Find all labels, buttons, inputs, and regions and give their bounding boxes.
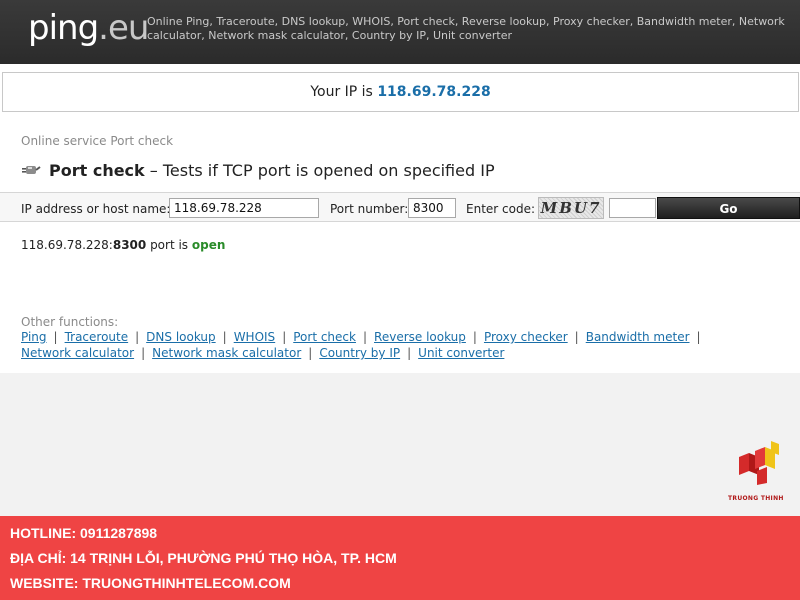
result-port: 8300 xyxy=(112,238,147,252)
host-input[interactable]: 118.69.78.228 xyxy=(169,198,319,218)
link-ping[interactable]: Ping xyxy=(21,330,47,344)
link-unit-converter[interactable]: Unit converter xyxy=(418,346,504,360)
code-input[interactable] xyxy=(609,198,656,218)
captcha-image: MBU7 xyxy=(538,197,604,219)
port-check-form: IP address or host name: 118.69.78.228 P… xyxy=(0,192,800,222)
separator: | xyxy=(574,330,579,344)
link-network-calculator[interactable]: Network calculator xyxy=(21,346,134,360)
port-check-panel: Online service Port check Port check – T… xyxy=(0,121,800,373)
header-description: Online Ping, Traceroute, DNS lookup, WHO… xyxy=(147,15,785,42)
footer-website: WEBSITE: TRUONGTHINHTELECOM.COM xyxy=(10,575,291,591)
link-network-mask-calculator[interactable]: Network mask calculator xyxy=(152,346,301,360)
link-port-check[interactable]: Port check xyxy=(293,330,356,344)
separator: | xyxy=(282,330,287,344)
link-reverse-lookup[interactable]: Reverse lookup xyxy=(374,330,466,344)
result-line: 118.69.78.228:8300 port is open xyxy=(21,238,225,252)
title-rest: – Tests if TCP port is opened on specifi… xyxy=(144,161,495,180)
link-bandwidth-meter[interactable]: Bandwidth meter xyxy=(586,330,690,344)
link-proxy-checker[interactable]: Proxy checker xyxy=(484,330,568,344)
result-host: 118.69.78.228: xyxy=(21,238,113,252)
separator: | xyxy=(362,330,368,344)
go-button[interactable]: Go xyxy=(657,197,800,219)
plug-icon xyxy=(21,162,41,178)
separator: | xyxy=(135,330,140,344)
your-ip-label: Your IP is xyxy=(310,84,373,100)
separator: | xyxy=(472,330,477,344)
link-country-by-ip[interactable]: Country by IP xyxy=(319,346,400,360)
code-label: Enter code: xyxy=(466,202,536,216)
result-middle: port is xyxy=(146,238,192,252)
separator: | xyxy=(222,330,227,344)
site-header: ping.eu Online Ping, Traceroute, DNS loo… xyxy=(0,0,800,64)
link-dns-lookup[interactable]: DNS lookup xyxy=(146,330,215,344)
your-ip-banner: Your IP is 118.69.78.228 xyxy=(2,72,799,112)
other-functions-links: Ping | Traceroute | DNS lookup | WHOIS | Port ch… xyxy=(21,329,741,361)
footer-address: ĐỊA CHỈ: 14 TRỊNH LỖI, PHƯỜNG PHÚ THỌ HÒ… xyxy=(10,550,397,566)
separator: | xyxy=(308,346,313,360)
page-title: Port check – Tests if TCP port is opened… xyxy=(21,161,495,180)
site-logo[interactable]: ping.eu xyxy=(28,8,149,48)
link-whois[interactable]: WHOIS xyxy=(234,330,276,344)
contact-footer: HOTLINE: 0911287898 ĐỊA CHỈ: 14 TRỊNH LỖ… xyxy=(0,516,800,600)
brand-name: TRUONG THINH xyxy=(728,495,784,502)
link-traceroute[interactable]: Traceroute xyxy=(65,330,129,344)
blank-area xyxy=(0,373,800,516)
other-functions-label: Other functions: xyxy=(21,315,119,329)
port-label: Port number: xyxy=(330,202,409,216)
host-label: IP address or host name: xyxy=(21,202,171,216)
port-input[interactable]: 8300 xyxy=(408,198,456,218)
brand-logo-icon xyxy=(735,441,785,485)
result-status: open xyxy=(191,238,226,252)
your-ip-value: 118.69.78.228 xyxy=(377,84,491,100)
footer-hotline: HOTLINE: 0911287898 xyxy=(10,525,158,541)
separator: | xyxy=(141,346,146,360)
separator: | xyxy=(53,330,58,344)
breadcrumb: Online service Port check xyxy=(21,134,174,148)
title-strong: Port check xyxy=(49,161,145,180)
separator: | xyxy=(407,346,412,360)
separator: | xyxy=(696,330,701,344)
